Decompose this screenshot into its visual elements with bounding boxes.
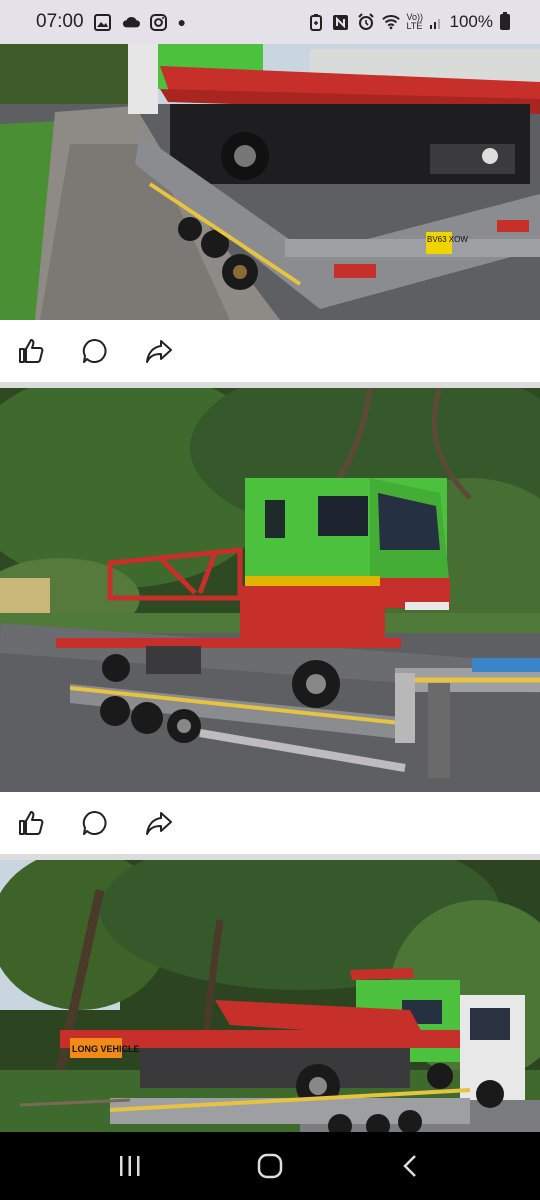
recents-icon	[120, 1156, 140, 1176]
post-photo-2[interactable]	[0, 388, 540, 792]
image-icon	[94, 13, 112, 31]
navigation-bar	[0, 1132, 540, 1200]
clock: 07:00	[36, 11, 84, 32]
back-chevron-icon	[403, 1155, 416, 1177]
post-photo-1[interactable]: BV63 XOW	[0, 44, 540, 320]
post-photo-3[interactable]: LONG VEHICLE	[0, 860, 540, 1132]
recents-button[interactable]	[110, 1146, 150, 1186]
battery-percent: 100%	[449, 12, 493, 31]
post-actions-2	[0, 792, 540, 854]
battery-saver-icon	[307, 13, 325, 31]
instagram-icon	[150, 13, 168, 31]
comment-icon	[82, 810, 107, 835]
photo-feed[interactable]: BV63 XOW LONG VEHICLE	[0, 44, 540, 1132]
dot-icon: ●	[177, 14, 187, 30]
status-bar: 07:00 ● Vo)) LTE 100%	[0, 0, 540, 44]
thumbs-up-icon	[19, 339, 44, 363]
back-button[interactable]	[390, 1146, 430, 1186]
home-icon	[257, 1153, 283, 1179]
share-button[interactable]	[144, 808, 174, 838]
post-actions-1	[0, 320, 540, 382]
comment-button[interactable]	[80, 808, 110, 838]
home-button[interactable]	[250, 1146, 290, 1186]
nfc-icon	[332, 13, 350, 31]
volte-label: Vo)) LTE	[406, 12, 424, 31]
share-arrow-icon	[146, 340, 172, 363]
share-arrow-icon	[146, 812, 172, 835]
thumbs-up-icon	[19, 811, 44, 835]
comment-button[interactable]	[80, 336, 110, 366]
cloud-icon	[122, 13, 140, 31]
wifi-icon	[381, 13, 400, 31]
like-button[interactable]	[16, 336, 46, 366]
number-plate: BV63 XOW	[427, 235, 468, 244]
share-button[interactable]	[144, 336, 174, 366]
battery-icon	[500, 12, 510, 30]
long-vehicle-sign: LONG VEHICLE	[72, 1044, 140, 1054]
comment-icon	[82, 338, 107, 363]
volte-signal-icon: Vo)) LTE	[407, 13, 443, 31]
like-button[interactable]	[16, 808, 46, 838]
alarm-icon	[357, 13, 375, 31]
